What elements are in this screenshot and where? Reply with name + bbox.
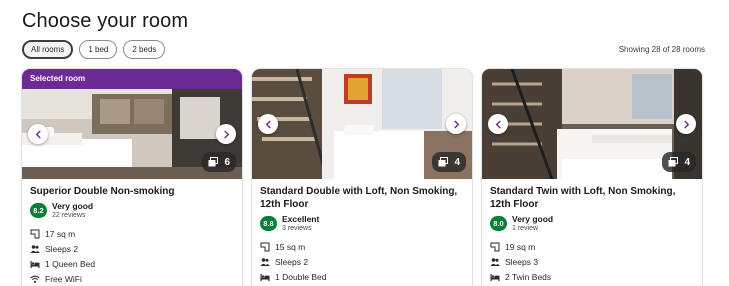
previous-photo-button[interactable] — [28, 124, 48, 144]
room-name[interactable]: Standard Double with Loft, Non Smoking, … — [260, 185, 464, 211]
photo-count: 6 — [224, 156, 230, 168]
results-count: Showing 28 of 28 rooms — [618, 45, 705, 54]
page-title: Choose your room — [22, 10, 189, 32]
photo-count: 4 — [454, 156, 460, 168]
people-icon — [260, 257, 270, 266]
room-size-icon — [30, 229, 40, 238]
chevron-left-icon — [265, 120, 271, 128]
guest-rating: 8.8 Excellent 3 reviews — [260, 214, 464, 233]
photo-count-badge[interactable]: 4 — [432, 152, 466, 172]
review-count: 3 reviews — [282, 225, 312, 232]
bed-icon — [30, 260, 40, 268]
chevron-right-icon — [683, 120, 689, 128]
next-photo-button[interactable] — [216, 124, 236, 144]
room-card-standard-double-loft[interactable]: 4 Standard Double with Loft, Non Smoking… — [252, 69, 472, 286]
room-card-standard-twin-loft[interactable]: 4 Standard Twin with Loft, Non Smoking, … — [482, 69, 702, 286]
people-icon — [30, 244, 40, 253]
feature-beds: 1 Queen Bed — [30, 256, 234, 271]
previous-photo-button[interactable] — [488, 114, 508, 134]
room-size-icon — [260, 242, 270, 251]
next-photo-button[interactable] — [676, 114, 696, 134]
room-photo[interactable]: 4 — [252, 69, 472, 179]
feature-sleeps: Sleeps 2 — [260, 254, 464, 269]
filter-1-bed[interactable]: 1 bed — [79, 40, 118, 59]
room-features: 17 sq m Sleeps 2 1 Queen Bed Free WiFi — [30, 226, 234, 286]
feature-wifi: Free WiFi — [30, 271, 234, 286]
filter-all-rooms[interactable]: All rooms — [22, 40, 74, 59]
room-name[interactable]: Standard Twin with Loft, Non Smoking, 12… — [490, 185, 694, 211]
filter-2-beds[interactable]: 2 beds — [123, 40, 166, 59]
chevron-left-icon — [495, 120, 501, 128]
bed-icon — [260, 273, 270, 281]
feature-size: 19 sq m — [490, 239, 694, 254]
room-photo[interactable]: 4 — [482, 69, 702, 179]
feature-sleeps: Sleeps 3 — [490, 254, 694, 269]
feature-beds: 1 Double Bed — [260, 269, 464, 284]
room-size-icon — [490, 242, 500, 251]
next-photo-button[interactable] — [446, 114, 466, 134]
gallery-icon — [208, 157, 219, 167]
gallery-icon — [668, 157, 679, 167]
rating-score-badge: 8.0 — [490, 216, 507, 231]
room-photo[interactable]: 6 — [22, 89, 242, 179]
feature-size: 15 sq m — [260, 239, 464, 254]
feature-sleeps: Sleeps 2 — [30, 241, 234, 256]
photo-count: 4 — [684, 156, 690, 168]
feature-beds: 2 Twin Beds — [490, 269, 694, 284]
review-count: 1 review — [512, 225, 539, 232]
guest-rating: 8.2 Very good 22 reviews — [30, 201, 234, 220]
bed-icon — [490, 273, 500, 281]
guest-rating: 8.0 Very good 1 review — [490, 214, 694, 233]
previous-photo-button[interactable] — [258, 114, 278, 134]
room-card-superior-double[interactable]: Selected room 6 Superior Double Non-smok… — [22, 69, 242, 286]
photo-count-badge[interactable]: 4 — [662, 152, 696, 172]
chevron-right-icon — [453, 120, 459, 128]
gallery-icon — [438, 157, 449, 167]
rating-label: Very good — [52, 201, 94, 211]
review-count: 22 reviews — [52, 212, 86, 219]
room-features: 15 sq m Sleeps 2 1 Double Bed — [260, 239, 464, 284]
rating-label: Very good — [512, 214, 554, 224]
room-name[interactable]: Superior Double Non-smoking — [30, 185, 234, 198]
selected-room-banner: Selected room — [22, 69, 242, 89]
rating-score-badge: 8.8 — [260, 216, 277, 231]
chevron-right-icon — [223, 130, 229, 138]
people-icon — [490, 257, 500, 266]
photo-count-badge[interactable]: 6 — [202, 152, 236, 172]
rating-score-badge: 8.2 — [30, 203, 47, 218]
room-features: 19 sq m Sleeps 3 2 Twin Beds — [490, 239, 694, 284]
chevron-left-icon — [35, 130, 41, 138]
room-filter-chips: All rooms 1 bed 2 beds — [22, 40, 166, 59]
feature-size: 17 sq m — [30, 226, 234, 241]
room-cards: Selected room 6 Superior Double Non-smok… — [22, 69, 704, 286]
rating-label: Excellent — [282, 214, 320, 224]
wifi-icon — [30, 275, 40, 283]
